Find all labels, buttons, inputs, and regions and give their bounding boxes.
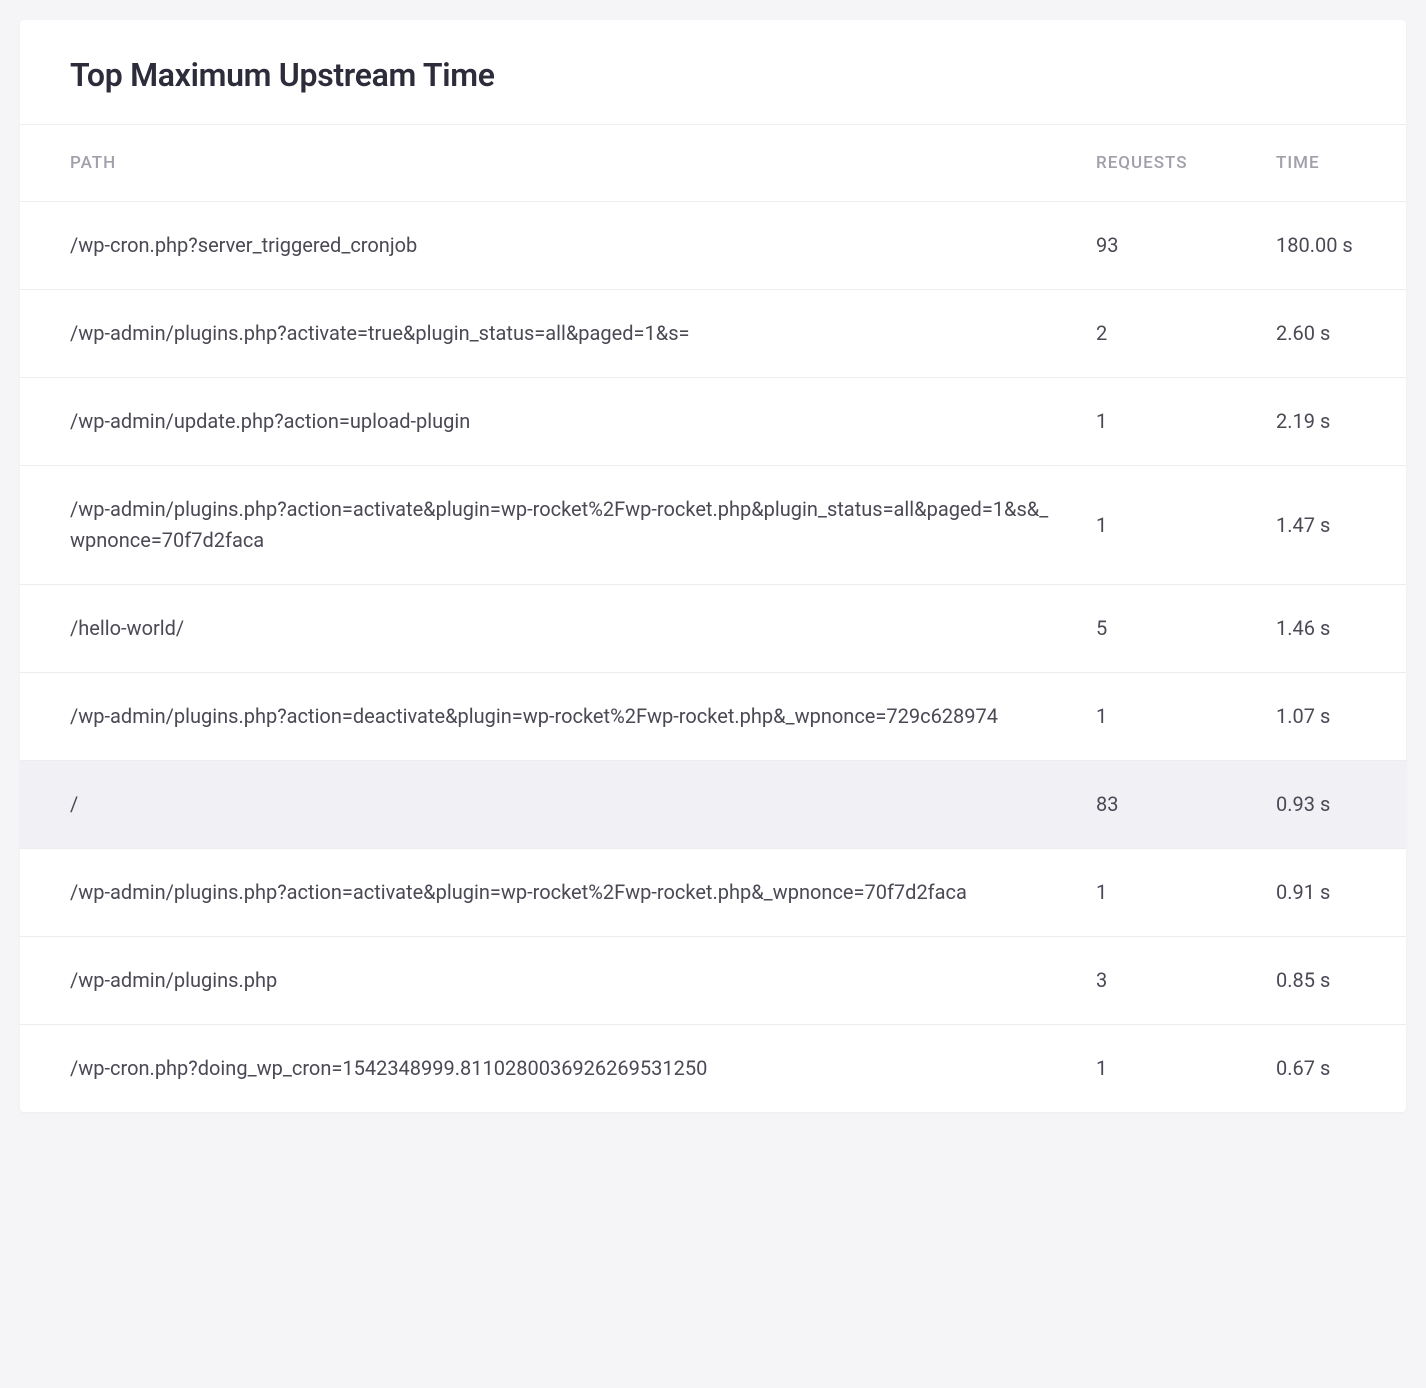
table-row[interactable]: /wp-admin/plugins.php30.85 s — [20, 937, 1406, 1025]
cell-requests: 1 — [1076, 378, 1256, 466]
cell-time: 0.85 s — [1256, 937, 1406, 1025]
cell-time: 0.67 s — [1256, 1025, 1406, 1113]
cell-path: /wp-cron.php?doing_wp_cron=1542348999.81… — [20, 1025, 1076, 1113]
cell-path: /hello-world/ — [20, 585, 1076, 673]
header-time[interactable]: TIME — [1256, 125, 1406, 202]
cell-requests: 83 — [1076, 761, 1256, 849]
cell-time: 1.07 s — [1256, 673, 1406, 761]
cell-requests: 3 — [1076, 937, 1256, 1025]
cell-requests: 5 — [1076, 585, 1256, 673]
cell-time: 0.93 s — [1256, 761, 1406, 849]
table-row[interactable]: /wp-admin/update.php?action=upload-plugi… — [20, 378, 1406, 466]
upstream-time-table: PATH REQUESTS TIME /wp-cron.php?server_t… — [20, 124, 1406, 1112]
table-row[interactable]: /hello-world/51.46 s — [20, 585, 1406, 673]
table-row[interactable]: /wp-cron.php?doing_wp_cron=1542348999.81… — [20, 1025, 1406, 1113]
cell-path: /wp-admin/plugins.php?action=activate&pl… — [20, 849, 1076, 937]
cell-requests: 1 — [1076, 466, 1256, 585]
cell-requests: 1 — [1076, 1025, 1256, 1113]
cell-time: 2.60 s — [1256, 290, 1406, 378]
cell-time: 0.91 s — [1256, 849, 1406, 937]
cell-requests: 1 — [1076, 673, 1256, 761]
cell-path: / — [20, 761, 1076, 849]
header-requests[interactable]: REQUESTS — [1076, 125, 1256, 202]
cell-time: 2.19 s — [1256, 378, 1406, 466]
cell-path: /wp-admin/plugins.php?activate=true&plug… — [20, 290, 1076, 378]
card-title: Top Maximum Upstream Time — [70, 56, 1356, 94]
cell-time: 1.46 s — [1256, 585, 1406, 673]
cell-requests: 93 — [1076, 202, 1256, 290]
card-header: Top Maximum Upstream Time — [20, 20, 1406, 124]
table-row[interactable]: /wp-admin/plugins.php?action=activate&pl… — [20, 466, 1406, 585]
cell-path: /wp-admin/plugins.php — [20, 937, 1076, 1025]
cell-path: /wp-admin/plugins.php?action=deactivate&… — [20, 673, 1076, 761]
upstream-time-card: Top Maximum Upstream Time PATH REQUESTS … — [20, 20, 1406, 1112]
table-row[interactable]: /wp-admin/plugins.php?activate=true&plug… — [20, 290, 1406, 378]
cell-path: /wp-admin/plugins.php?action=activate&pl… — [20, 466, 1076, 585]
table-row[interactable]: /wp-admin/plugins.php?action=deactivate&… — [20, 673, 1406, 761]
cell-requests: 2 — [1076, 290, 1256, 378]
cell-path: /wp-admin/update.php?action=upload-plugi… — [20, 378, 1076, 466]
table-row[interactable]: /wp-admin/plugins.php?action=activate&pl… — [20, 849, 1406, 937]
table-row[interactable]: /wp-cron.php?server_triggered_cronjob931… — [20, 202, 1406, 290]
table-row[interactable]: /830.93 s — [20, 761, 1406, 849]
cell-path: /wp-cron.php?server_triggered_cronjob — [20, 202, 1076, 290]
cell-requests: 1 — [1076, 849, 1256, 937]
cell-time: 1.47 s — [1256, 466, 1406, 585]
table-header-row: PATH REQUESTS TIME — [20, 125, 1406, 202]
header-path[interactable]: PATH — [20, 125, 1076, 202]
cell-time: 180.00 s — [1256, 202, 1406, 290]
